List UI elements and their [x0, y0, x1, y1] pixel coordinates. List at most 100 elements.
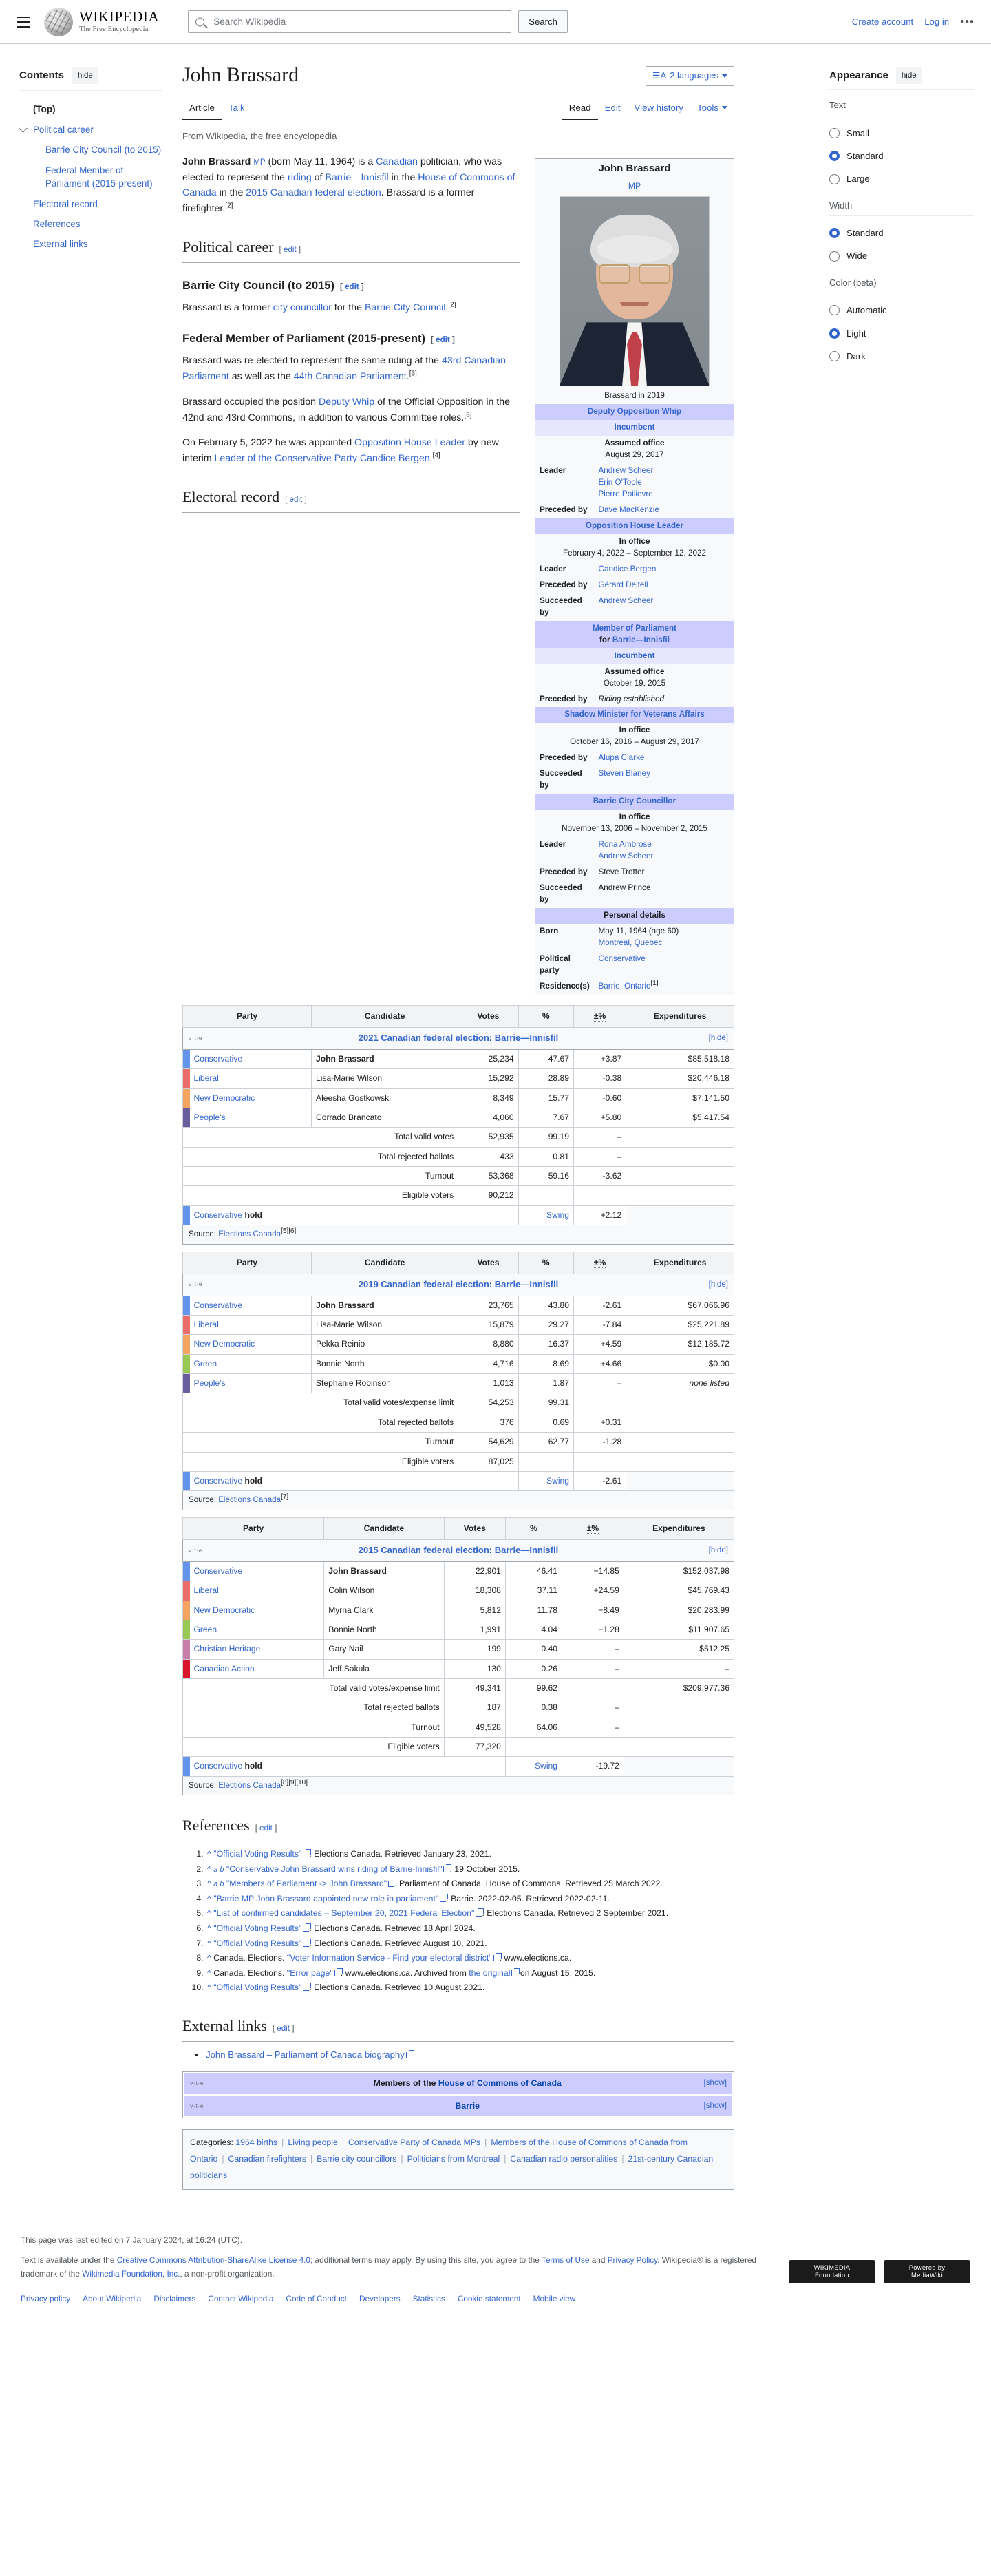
edit-link[interactable]: [ edit ] — [340, 281, 364, 294]
edit-link[interactable]: [ edit ] — [273, 2023, 295, 2036]
ref-title-link[interactable]: "Official Voting Results" — [213, 1983, 301, 1992]
infobox-office-title-link[interactable]: Member of Parliament — [593, 624, 676, 633]
infobox-post-nominal[interactable]: MP — [628, 181, 641, 191]
login-link[interactable]: Log in — [924, 14, 949, 29]
infobox-leader-3[interactable]: Pierre Poilievre — [599, 489, 653, 498]
footer-link[interactable]: Statistics — [413, 2292, 445, 2305]
link-leader-conservative-party[interactable]: Leader of the Conservative Party — [215, 453, 357, 464]
appearance-text-small[interactable]: Small — [829, 122, 974, 145]
party-link[interactable]: Canadian Action — [194, 1664, 255, 1674]
infobox-office-title-link[interactable]: Deputy Opposition Whip — [588, 407, 681, 416]
party-link[interactable]: Liberal — [194, 1585, 219, 1595]
category-link[interactable]: Barrie city councillors — [317, 2154, 396, 2164]
infobox-office-title-link[interactable]: Shadow Minister for Veterans Affairs — [564, 710, 705, 719]
appearance-color-light[interactable]: Light — [829, 322, 974, 345]
radio-icon[interactable] — [829, 305, 840, 316]
result-party-link[interactable]: Conservative — [194, 1476, 243, 1486]
infobox-residence-ref[interactable]: [1] — [651, 980, 659, 987]
party-link[interactable]: Green — [194, 1625, 217, 1634]
infobox-birth-place[interactable]: Montreal, Quebec — [599, 938, 663, 947]
infobox-office-title-link[interactable]: Opposition House Leader — [586, 521, 683, 530]
ref-marker[interactable]: [4] — [433, 452, 440, 459]
radio-icon-selected[interactable] — [829, 151, 840, 162]
party-link[interactable]: People's — [194, 1378, 226, 1388]
ref-backlink-icon[interactable]: ^ — [207, 1849, 211, 1859]
navbox-show-toggle[interactable]: [show] — [703, 2100, 727, 2113]
appearance-color-dark[interactable]: Dark — [829, 345, 974, 368]
toc-link-political-career[interactable]: Political career — [33, 125, 94, 135]
toc-item-federal-mp[interactable]: Federal Member of Parliament (2015-prese… — [19, 160, 162, 194]
ref-title-link[interactable]: "Official Voting Results" — [213, 1939, 301, 1948]
infobox-leader-2[interactable]: Andrew Scheer — [599, 852, 654, 861]
ref-title-link[interactable]: "Official Voting Results" — [213, 1849, 301, 1859]
infobox-leader-1[interactable]: Andrew Scheer — [599, 466, 654, 475]
toc-item-barrie-city-council[interactable]: Barrie City Council (to 2015) — [19, 140, 162, 160]
wikipedia-logo[interactable]: WIKIPEDIA The Free Encyclopedia — [44, 7, 159, 36]
source-link[interactable]: Elections Canada — [218, 1229, 281, 1238]
navbox-show-toggle[interactable]: [show] — [703, 2077, 727, 2090]
infobox-political-party[interactable]: Conservative — [599, 954, 646, 963]
wikimedia-foundation-link[interactable]: Wikimedia Foundation, Inc. — [82, 2269, 180, 2279]
ref-ab-markers[interactable]: a b — [213, 1880, 224, 1888]
ref-backlink-icon[interactable]: ^ — [207, 1983, 211, 1992]
ref-title-link[interactable]: "Conservative John Brassard wins riding … — [226, 1864, 443, 1874]
footer-link[interactable]: About Wikipedia — [83, 2292, 141, 2305]
vte-links[interactable]: v·t·e — [189, 1280, 230, 1289]
lead-mp-link[interactable]: MP — [253, 158, 265, 167]
external-link-parliament-bio[interactable]: John Brassard – Parliament of Canada bio… — [206, 2049, 405, 2060]
edit-link[interactable]: [ edit ] — [285, 494, 307, 507]
toc-item-external-links[interactable]: External links — [19, 234, 162, 254]
footer-link[interactable]: Privacy policy — [21, 2292, 70, 2305]
link-city-councillor[interactable]: city councillor — [273, 302, 332, 313]
search-button[interactable]: Search — [518, 10, 568, 33]
radio-icon[interactable] — [829, 251, 840, 262]
vte-links[interactable]: v·t·e — [190, 2102, 231, 2111]
ref-title-link[interactable]: "Official Voting Results" — [213, 1923, 301, 1933]
footer-link[interactable]: Mobile view — [533, 2292, 576, 2305]
footer-link[interactable]: Code of Conduct — [286, 2292, 347, 2305]
source-link[interactable]: Elections Canada — [218, 1781, 281, 1790]
infobox-office-title-link[interactable]: Barrie City Councillor — [593, 796, 676, 805]
toc-link-external-links[interactable]: External links — [33, 239, 88, 249]
lead-link-riding[interactable]: riding — [288, 172, 312, 183]
ref-backlink-icon[interactable]: ^ — [207, 1908, 211, 1918]
ref-backlink-icon[interactable]: ^ — [207, 1879, 211, 1888]
category-link[interactable]: Conservative Party of Canada MPs — [348, 2137, 480, 2147]
radio-icon[interactable] — [829, 128, 840, 139]
source-refs[interactable]: [7] — [281, 1493, 288, 1501]
toc-link-barrie-city-council[interactable]: Barrie City Council (to 2015) — [45, 145, 161, 155]
ref-original-link[interactable]: the original — [469, 1968, 510, 1978]
toc-link-federal-mp[interactable]: Federal Member of Parliament (2015-prese… — [45, 165, 153, 189]
infobox-leader-1[interactable]: Rona Ambrose — [599, 840, 652, 849]
terms-of-use-link[interactable]: Terms of Use — [542, 2255, 590, 2265]
lead-ref[interactable]: [2] — [225, 202, 233, 209]
search-input[interactable] — [212, 11, 511, 32]
toc-item-references[interactable]: References — [19, 214, 162, 234]
toc-link-references[interactable]: References — [33, 219, 80, 229]
appearance-width-standard[interactable]: Standard — [829, 222, 974, 244]
party-link[interactable]: People's — [194, 1112, 226, 1122]
link-44th-parliament[interactable]: 44th Canadian Parliament — [294, 371, 407, 382]
tab-talk[interactable]: Talk — [222, 96, 252, 120]
party-link[interactable]: New Democratic — [194, 1605, 255, 1615]
appearance-text-standard[interactable]: Standard — [829, 145, 974, 167]
toc-item-top[interactable]: (Top) — [19, 99, 162, 119]
table-title-year-link[interactable]: 2019 Canadian federal election — [359, 1279, 489, 1289]
create-account-link[interactable]: Create account — [852, 14, 913, 29]
infobox-preceded-by[interactable]: Alupa Clarke — [599, 753, 645, 762]
wikimedia-foundation-badge[interactable]: WIKIMEDIA Foundation — [789, 2260, 875, 2284]
ref-marker[interactable]: [2] — [448, 302, 456, 309]
radio-icon-selected[interactable] — [829, 228, 840, 239]
vte-links[interactable]: v·t·e — [189, 1546, 230, 1556]
link-deputy-whip[interactable]: Deputy Whip — [319, 397, 374, 408]
party-link[interactable]: Liberal — [194, 1320, 219, 1329]
tab-read[interactable]: Read — [562, 96, 598, 120]
result-party-link[interactable]: Conservative — [194, 1210, 243, 1220]
vte-links[interactable]: v·t·e — [189, 1034, 230, 1044]
category-link[interactable]: Canadian firefighters — [228, 2154, 306, 2164]
footer-link[interactable]: Disclaimers — [153, 2292, 195, 2305]
infobox-residence[interactable]: Barrie, Ontario — [599, 982, 651, 991]
appearance-color-automatic[interactable]: Automatic — [829, 299, 974, 321]
source-refs[interactable]: [5][6] — [281, 1227, 296, 1235]
ref-marker[interactable]: [3] — [464, 411, 471, 419]
